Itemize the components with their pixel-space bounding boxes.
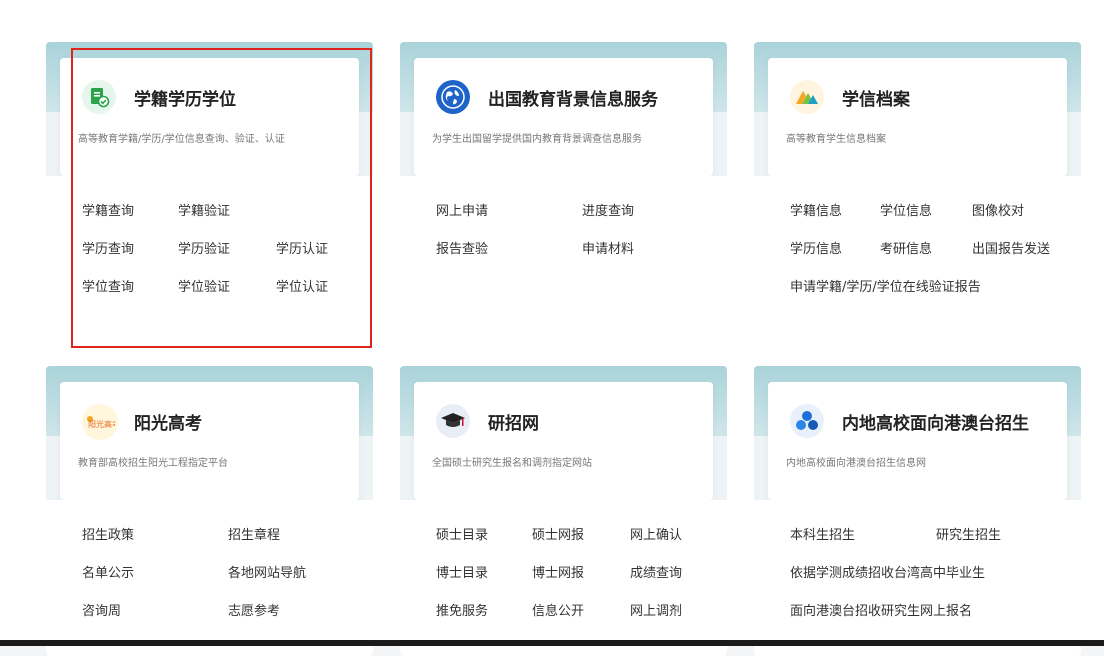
link-xueli-info[interactable]: 学历信息 [790,238,842,257]
card-subtitle: 为学生出国留学提供国内教育背景调查信息服务 [432,134,642,145]
link-xueji-query[interactable]: 学籍查询 [82,200,134,219]
card-links: 网上申请 进度查询 报告查验 申请材料 [400,176,727,332]
link-undergrad-enrollment[interactable]: 本科生招生 [790,524,855,543]
archive-logo-icon [790,80,824,114]
link-kaoyan-info[interactable]: 考研信息 [880,238,932,257]
card-header[interactable]: 研招网 全国硕士研究生报名和调剂指定网站 [414,382,713,500]
link-online-adjust[interactable]: 网上调剂 [630,600,682,619]
link-xuewei-query[interactable]: 学位查询 [82,276,134,295]
globe-icon [436,80,470,114]
link-progress-query[interactable]: 进度查询 [582,200,634,219]
link-volunteer-reference[interactable]: 志愿参考 [228,600,280,619]
card-title[interactable]: 阳光高考 [134,409,202,434]
card-header[interactable]: 内地高校面向港澳台招生 内地高校面向港澳台招生信息网 [768,382,1067,500]
graduation-cap-icon [436,404,470,438]
link-overseas-report-send[interactable]: 出国报告发送 [972,238,1050,257]
link-xuewei-info[interactable]: 学位信息 [880,200,932,219]
card-academic-records: 学籍学历学位 高等教育学籍/学历/学位信息查询、验证、认证 学籍查询 学籍验证 … [46,42,373,332]
link-apply-materials[interactable]: 申请材料 [582,238,634,257]
link-xueji-verify[interactable]: 学籍验证 [178,200,230,219]
link-xueli-query[interactable]: 学历查询 [82,238,134,257]
link-enrollment-policy[interactable]: 招生政策 [82,524,134,543]
link-hmt-grad-online-apply[interactable]: 面向港澳台招收研究生网上报名 [790,600,972,619]
link-report-check[interactable]: 报告查验 [436,238,488,257]
link-taiwan-gsat-enrollment[interactable]: 依据学测成绩招收台湾高中毕业生 [790,562,985,581]
link-master-catalog[interactable]: 硕士目录 [436,524,488,543]
link-recommend-service[interactable]: 推免服务 [436,600,488,619]
three-circles-icon [790,404,824,438]
link-xueji-info[interactable]: 学籍信息 [790,200,842,219]
link-phd-online-apply[interactable]: 博士网报 [532,562,584,581]
card-hmt-enrollment: 内地高校面向港澳台招生 内地高校面向港澳台招生信息网 本科生招生 研究生招生 依… [754,366,1081,656]
bottom-bar [0,640,1104,646]
card-title[interactable]: 出国教育背景信息服务 [488,85,658,110]
link-xueli-verify[interactable]: 学历验证 [178,238,230,257]
card-subtitle: 内地高校面向港澳台招生信息网 [786,458,926,469]
link-xueli-certify[interactable]: 学历认证 [276,238,328,257]
link-graduate-enrollment[interactable]: 研究生招生 [936,524,1001,543]
card-title[interactable]: 学信档案 [842,85,910,110]
card-subtitle: 全国硕士研究生报名和调剂指定网站 [432,458,592,469]
card-links: 硕士目录 硕士网报 网上确认 博士目录 博士网报 成绩查询 推免服务 信息公开 … [400,500,727,656]
svg-text:阳光高考: 阳光高考 [88,419,115,429]
link-image-proofread[interactable]: 图像校对 [972,200,1024,219]
card-header[interactable]: 阳光高考 阳光高考 教育部高校招生阳光工程指定平台 [60,382,359,500]
card-yanzhao: 研招网 全国硕士研究生报名和调剂指定网站 硕士目录 硕士网报 网上确认 博士目录… [400,366,727,656]
link-info-disclosure[interactable]: 信息公开 [532,600,584,619]
card-subtitle: 高等教育学籍/学历/学位信息查询、验证、认证 [78,134,285,145]
link-enrollment-charter[interactable]: 招生章程 [228,524,280,543]
link-consult-week[interactable]: 咨询周 [82,600,121,619]
card-links: 学籍信息 学位信息 图像校对 学历信息 考研信息 出国报告发送 申请学籍/学历/… [754,176,1081,332]
card-subtitle: 教育部高校招生阳光工程指定平台 [78,458,228,469]
link-list-publicity[interactable]: 名单公示 [82,562,134,581]
card-title[interactable]: 研招网 [488,409,539,434]
card-subtitle: 高等教育学生信息档案 [786,134,886,145]
link-online-confirm[interactable]: 网上确认 [630,524,682,543]
link-xuewei-certify[interactable]: 学位认证 [276,276,328,295]
link-site-navigation[interactable]: 各地网站导航 [228,562,306,581]
card-links: 本科生招生 研究生招生 依据学测成绩招收台湾高中毕业生 面向港澳台招收研究生网上… [754,500,1081,656]
link-online-apply[interactable]: 网上申请 [436,200,488,219]
link-online-verification-report[interactable]: 申请学籍/学历/学位在线验证报告 [790,276,981,295]
link-score-query[interactable]: 成绩查询 [630,562,682,581]
card-header[interactable]: 出国教育背景信息服务 为学生出国留学提供国内教育背景调查信息服务 [414,58,713,176]
card-student-archive: 学信档案 高等教育学生信息档案 学籍信息 学位信息 图像校对 学历信息 考研信息… [754,42,1081,332]
card-sunshine-gaokao: 阳光高考 阳光高考 教育部高校招生阳光工程指定平台 招生政策 招生章程 名单公示… [46,366,373,656]
document-check-icon [82,80,116,114]
sunshine-gaokao-logo-icon: 阳光高考 [82,404,118,440]
link-xuewei-verify[interactable]: 学位验证 [178,276,230,295]
link-master-online-apply[interactable]: 硕士网报 [532,524,584,543]
card-header[interactable]: 学信档案 高等教育学生信息档案 [768,58,1067,176]
card-overseas-background: 出国教育背景信息服务 为学生出国留学提供国内教育背景调查信息服务 网上申请 进度… [400,42,727,332]
card-title[interactable]: 学籍学历学位 [134,85,236,110]
link-phd-catalog[interactable]: 博士目录 [436,562,488,581]
card-links: 学籍查询 学籍验证 学历查询 学历验证 学历认证 学位查询 学位验证 学位认证 [46,176,373,332]
card-header[interactable]: 学籍学历学位 高等教育学籍/学历/学位信息查询、验证、认证 [60,58,359,176]
card-links: 招生政策 招生章程 名单公示 各地网站导航 咨询周 志愿参考 [46,500,373,656]
card-title[interactable]: 内地高校面向港澳台招生 [842,409,1029,434]
